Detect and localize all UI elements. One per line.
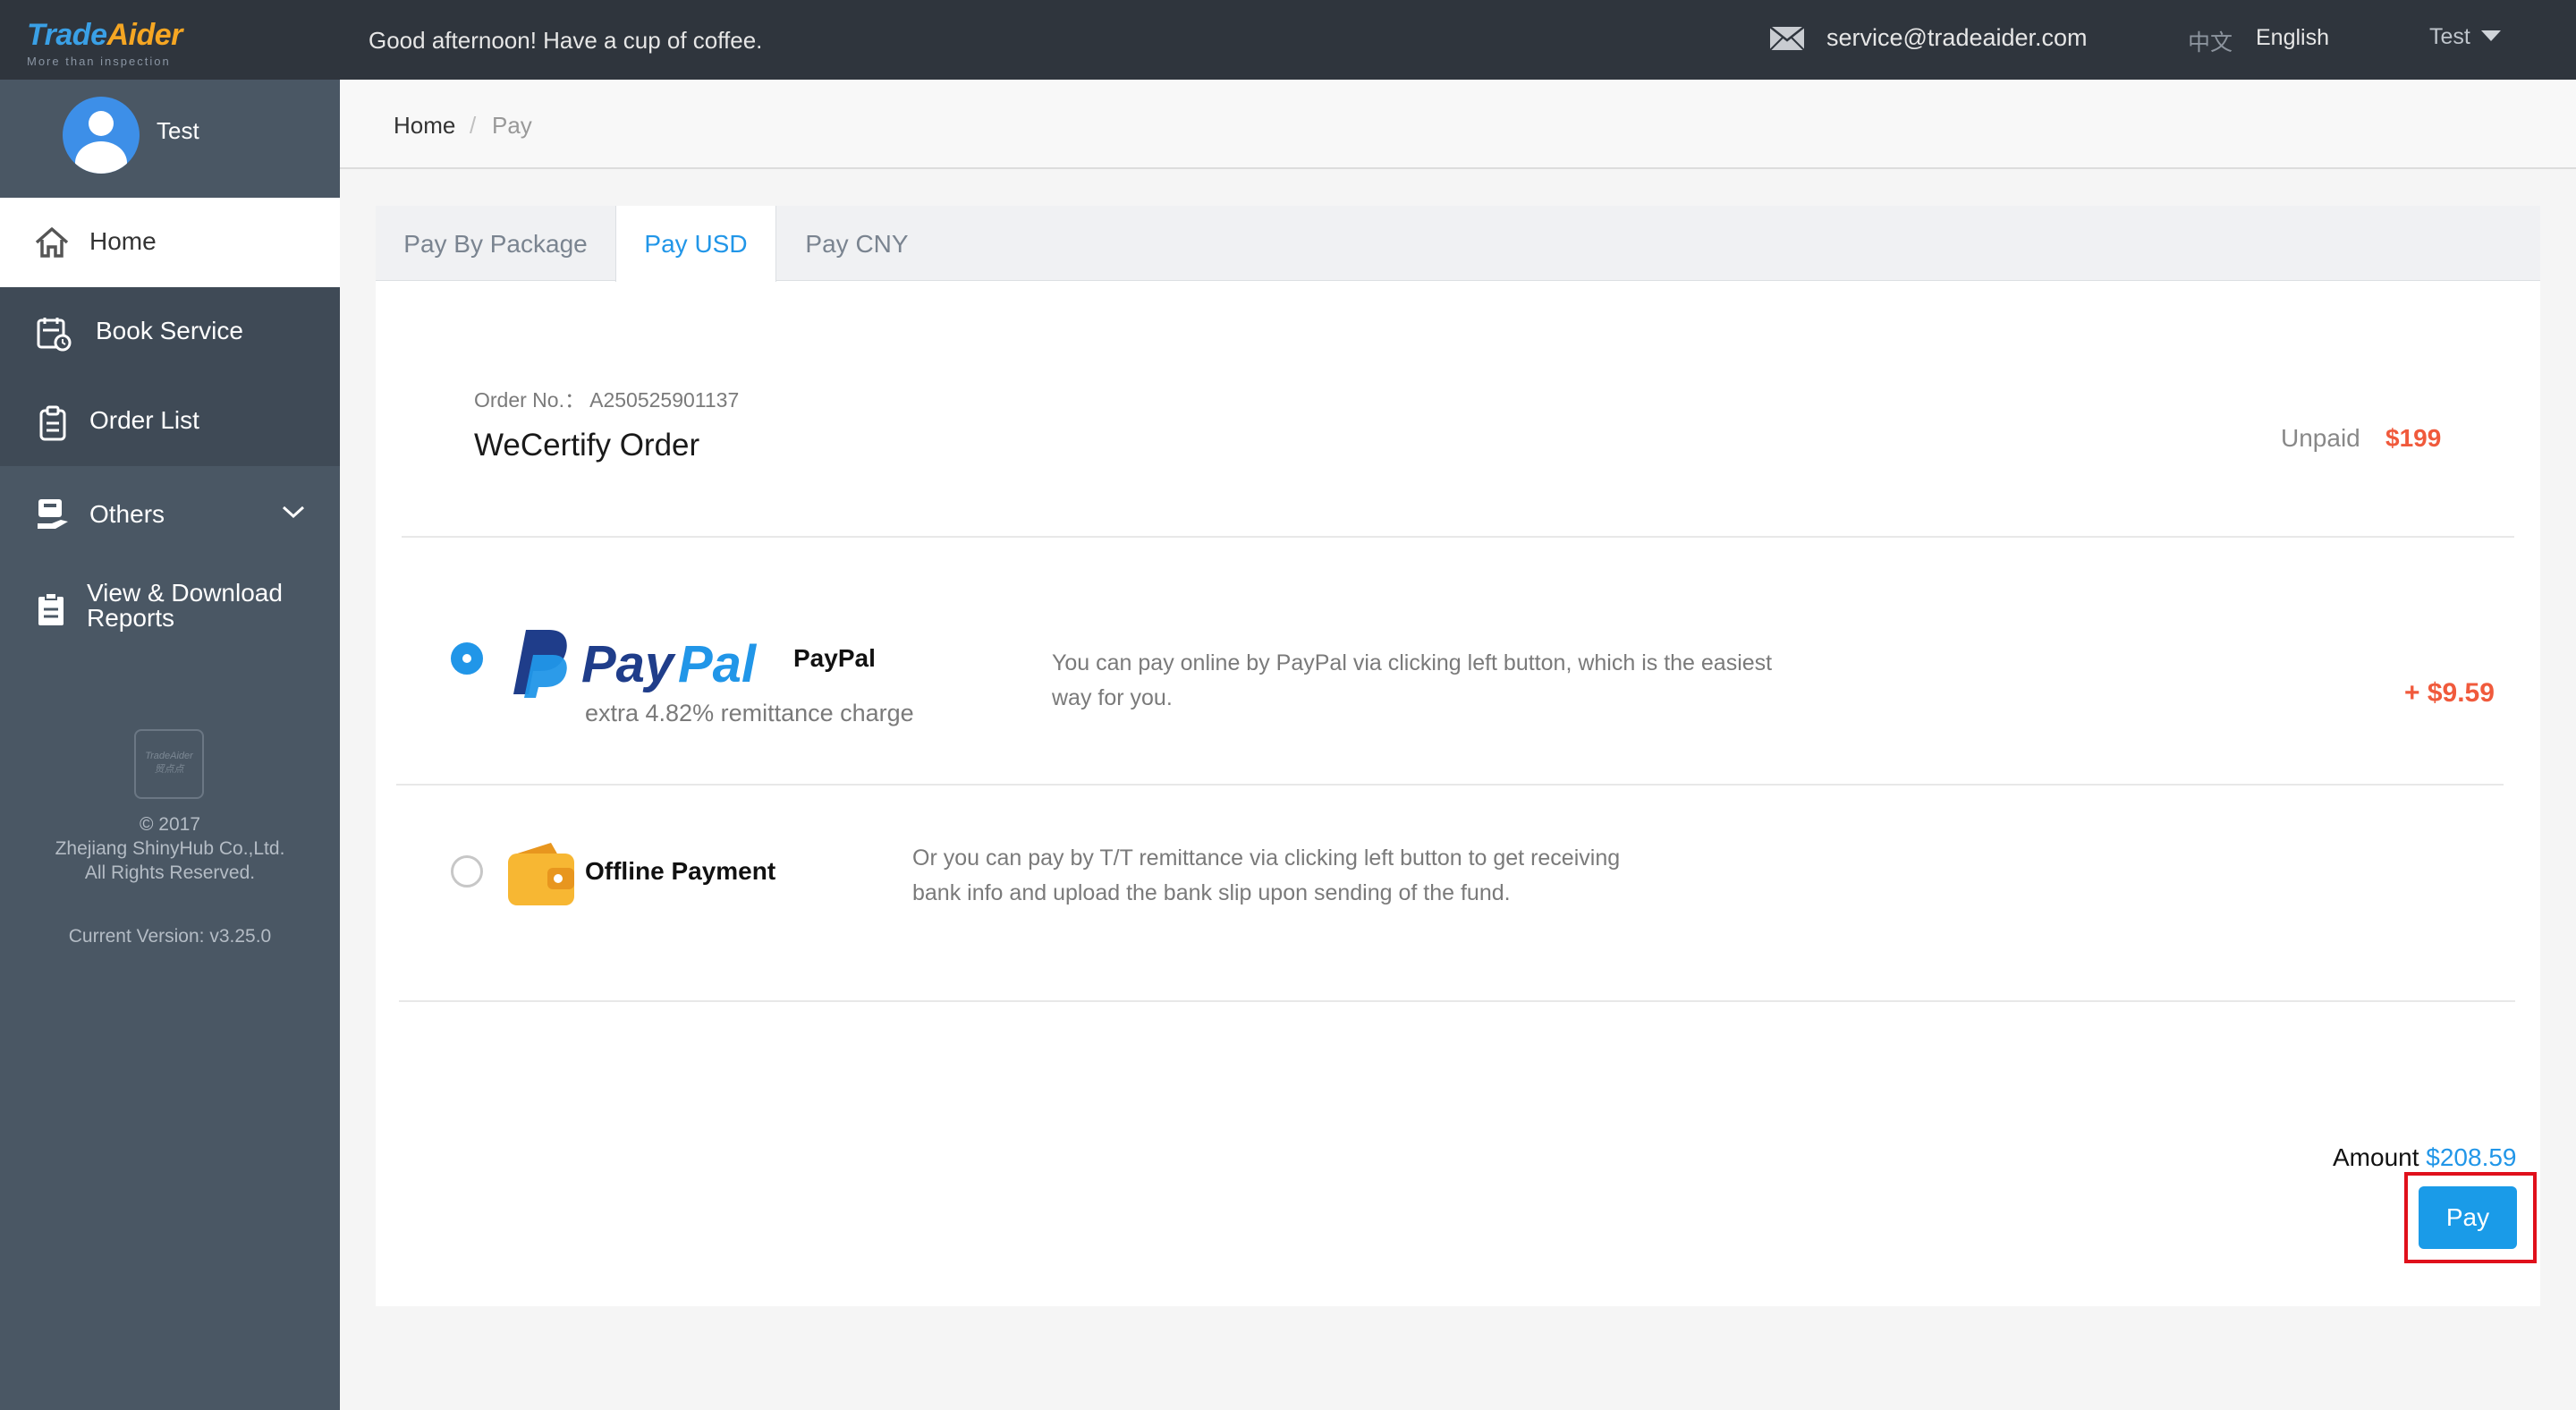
sidebar-item-order-list[interactable]: Order List xyxy=(0,377,340,466)
report-icon xyxy=(38,592,64,625)
footer-logo: TradeAider 贸点点 xyxy=(134,729,204,799)
sidebar: Test Home Book Service Order List Others… xyxy=(0,80,340,1410)
breadcrumb-home[interactable]: Home xyxy=(394,112,455,140)
order-number-value: A250525901137 xyxy=(589,388,740,412)
sidebar-item-label: Book Service xyxy=(96,317,243,344)
divider xyxy=(399,1000,2515,1002)
paypal-charge: extra 4.82% remittance charge xyxy=(585,700,914,726)
mail-icon xyxy=(1769,26,1805,51)
sidebar-item-label: Home xyxy=(89,227,157,255)
logo-slogan: More than inspection xyxy=(27,55,171,68)
sidebar-item-label: View & Download Reports xyxy=(87,581,283,631)
reports-label-line1: View & Download xyxy=(87,579,283,607)
greeting-text: Good afternoon! Have a cup of coffee. xyxy=(369,27,763,54)
order-number-label: Order No.： xyxy=(474,388,585,412)
wallet-icon xyxy=(508,843,574,905)
divider xyxy=(396,784,2504,786)
paypal-logo: Pay Pal xyxy=(513,630,758,698)
sidebar-item-label: Order List xyxy=(89,406,199,434)
sidebar-item-label: Others xyxy=(89,500,165,528)
payment-tabs: Pay By Package Pay USD Pay CNY xyxy=(376,206,2540,282)
paypal-logo-text-1: Pay xyxy=(581,635,676,693)
tab-pay-by-package[interactable]: Pay By Package xyxy=(376,206,615,282)
divider xyxy=(402,536,2514,538)
tradeaider-logo[interactable]: TradeAider More than inspection xyxy=(27,18,182,68)
footer-logo-text: TradeAider xyxy=(145,751,193,761)
reports-label-line2: Reports xyxy=(87,604,175,632)
user-menu[interactable]: Test xyxy=(2429,24,2470,50)
amount-value: $208.59 xyxy=(2426,1143,2517,1171)
version-text: Current Version: v3.25.0 xyxy=(68,926,272,947)
others-icon xyxy=(38,499,68,529)
top-bar: TradeAider More than inspection Good aft… xyxy=(0,0,2576,80)
profile-name: Test xyxy=(157,117,199,144)
logo-text-aider: Aider xyxy=(106,18,182,52)
amount-summary: Amount $208.59 xyxy=(2333,1143,2517,1172)
copyright-year: © 2017 xyxy=(139,814,201,835)
paypal-fee: + $9.59 xyxy=(2404,678,2495,708)
language-chinese[interactable]: 中文 xyxy=(2188,25,2233,57)
sidebar-item-home[interactable]: Home xyxy=(0,198,340,287)
paypal-logo-text-2: Pal xyxy=(678,635,758,693)
breadcrumb: Home / Pay xyxy=(340,80,2576,169)
logo-text-trade: Trade xyxy=(27,18,107,52)
chevron-down-icon[interactable] xyxy=(281,504,306,520)
tab-pay-cny[interactable]: Pay CNY xyxy=(776,206,937,282)
pay-button-highlight xyxy=(2404,1172,2537,1263)
sidebar-item-reports[interactable]: View & Download Reports xyxy=(0,565,340,657)
support-email[interactable]: service@tradeaider.com xyxy=(1826,24,2088,52)
offline-radio[interactable] xyxy=(451,855,483,888)
rights-text: All Rights Reserved. xyxy=(84,862,256,883)
breadcrumb-separator: / xyxy=(470,112,477,139)
tab-pay-usd[interactable]: Pay USD xyxy=(615,206,776,282)
status-badge: Unpaid xyxy=(2281,424,2360,452)
language-english[interactable]: English xyxy=(2256,25,2329,51)
sidebar-item-others[interactable]: Others xyxy=(0,466,340,565)
order-number: Order No.： A250525901137 xyxy=(474,383,739,413)
paypal-name: PayPal xyxy=(793,644,876,672)
offline-description: Or you can pay by T/T remittance via cli… xyxy=(912,845,1621,905)
offline-name: Offline Payment xyxy=(585,857,776,885)
caret-down-icon[interactable] xyxy=(2481,30,2501,41)
sidebar-item-book-service[interactable]: Book Service xyxy=(0,287,340,377)
order-title: WeCertify Order xyxy=(474,428,700,463)
avatar[interactable] xyxy=(63,97,140,174)
calendar-icon xyxy=(37,318,72,352)
paypal-description: You can pay online by PayPal via clickin… xyxy=(1052,650,1773,710)
amount-label: Amount xyxy=(2333,1143,2419,1171)
paypal-radio[interactable] xyxy=(451,642,483,675)
clipboard-icon xyxy=(39,405,66,441)
breadcrumb-current: Pay xyxy=(492,112,532,139)
payment-panel: Pay By Package Pay USD Pay CNY xyxy=(376,206,2540,1306)
profile-block: Test xyxy=(0,80,340,198)
company-name: Zhejiang ShinyHub Co.,Ltd. xyxy=(55,838,285,859)
order-price: $199 xyxy=(2385,424,2442,452)
footer-logo-cn: 贸点点 xyxy=(154,764,184,775)
home-icon xyxy=(35,227,69,258)
